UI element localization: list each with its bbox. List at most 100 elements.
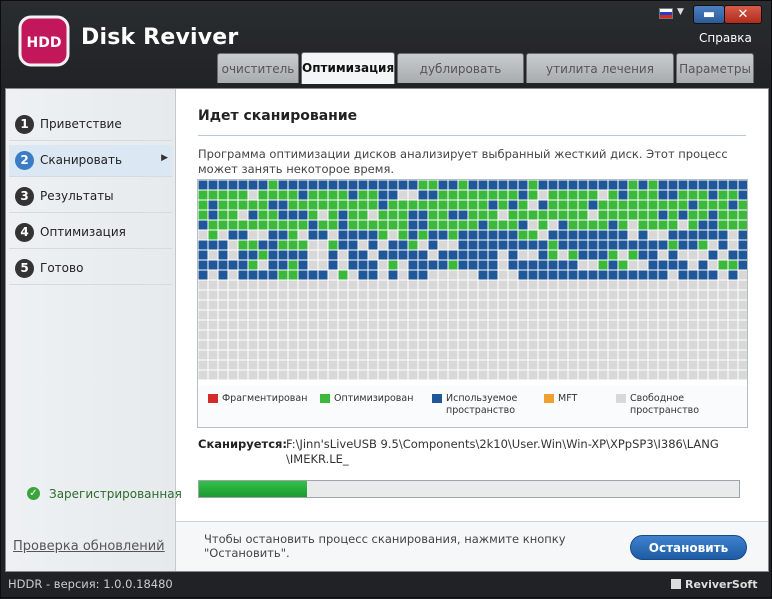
cluster-cell [608,240,618,250]
cluster-cell [238,350,248,360]
cluster-cell [388,350,398,360]
cluster-cell [258,270,268,280]
cluster-cell [478,200,488,210]
cluster-cell [578,280,588,290]
minimize-button[interactable]: ▬ [693,5,725,24]
cluster-cell [568,300,578,310]
cluster-cell [428,320,438,330]
language-dropdown-icon[interactable]: ▼ [677,7,684,17]
cluster-cell [518,300,528,310]
cluster-cell [518,190,528,200]
cluster-cell [468,210,478,220]
cluster-cell [598,180,608,190]
cluster-cell [478,320,488,330]
cluster-cell [328,230,338,240]
cluster-cell [538,310,548,320]
cluster-cell [368,310,378,320]
cluster-cell [628,280,638,290]
cluster-cell [378,330,388,340]
cluster-cell [358,200,368,210]
cluster-cell [738,250,748,260]
russian-flag-icon[interactable] [659,8,673,19]
tab-settings[interactable]: Параметры [676,53,754,83]
tab-disk-repair[interactable]: утилита лечения диска [526,53,674,106]
cluster-cell [668,350,678,360]
cluster-cell [738,260,748,270]
cluster-cell [198,240,208,250]
cluster-cell [518,220,528,230]
help-link[interactable]: Справка [699,31,752,45]
cluster-cell [618,190,628,200]
cluster-cell [328,270,338,280]
reviversoft-brand: ReviverSoft [671,578,757,591]
cluster-cell [718,270,728,280]
cluster-cell [298,340,308,350]
cluster-cell [588,200,598,210]
cluster-cell [208,290,218,300]
cluster-cell [378,270,388,280]
sidebar-step-done[interactable]: 5 Готово [9,253,172,285]
sidebar-step-optimization[interactable]: 4 Оптимизация [9,217,172,249]
check-updates-link[interactable]: Проверка обновлений [13,539,165,554]
cluster-cell [498,230,508,240]
close-button[interactable]: ✕ [724,5,762,24]
tab-cleaner[interactable]: очиститель [217,53,299,83]
cluster-cell [708,230,718,240]
cluster-cell [218,300,228,310]
cluster-cell [368,370,378,380]
logo-text: HDD [27,35,62,51]
cluster-cell [558,270,568,280]
cluster-cell [728,370,738,380]
cluster-cell [728,180,738,190]
cluster-cell [478,280,488,290]
cluster-cell [638,250,648,260]
cluster-cell [388,280,398,290]
cluster-cell [598,280,608,290]
sidebar-step-scan[interactable]: 2 Сканировать ▶ [9,145,172,177]
cluster-cell [538,350,548,360]
sidebar-step-results[interactable]: 3 Результаты [9,181,172,213]
cluster-cell [428,310,438,320]
cluster-cell [568,210,578,220]
cluster-cell [428,210,438,220]
cluster-cell [228,350,238,360]
tab-duplicate-files[interactable]: дублировать Файлы [397,53,524,106]
cluster-cell [278,210,288,220]
cluster-cell [638,260,648,270]
version-label: HDDR - версия: 1.0.0.18480 [8,577,173,591]
cluster-cell [338,290,348,300]
cluster-cell [628,370,638,380]
cluster-cell [628,180,638,190]
cluster-cell [248,180,258,190]
legend-swatch [544,394,554,403]
cluster-cell [268,370,278,380]
cluster-cell [228,300,238,310]
cluster-cell [398,270,408,280]
cluster-cell [238,190,248,200]
cluster-cell [298,270,308,280]
cluster-cell [248,220,258,230]
stop-button[interactable]: Остановить [630,535,747,560]
cluster-cell [628,310,638,320]
cluster-cell [318,290,328,300]
cluster-cell [558,200,568,210]
cluster-cell [388,360,398,370]
cluster-cell [418,270,428,280]
cluster-cell [708,250,718,260]
cluster-cell [208,340,218,350]
cluster-cell [638,330,648,340]
sidebar-step-welcome[interactable]: 1 Приветствие [9,109,172,141]
cluster-cell [538,240,548,250]
cluster-cell [438,260,448,270]
tab-optimization[interactable]: Оптимизация [301,52,395,84]
cluster-cell [678,290,688,300]
cluster-cell [208,260,218,270]
cluster-cell [588,210,598,220]
cluster-cell [488,300,498,310]
cluster-cell [688,360,698,370]
cluster-cell [238,200,248,210]
cluster-cell [708,260,718,270]
cluster-cell [588,370,598,380]
cluster-cell [218,210,228,220]
cluster-cell [488,360,498,370]
